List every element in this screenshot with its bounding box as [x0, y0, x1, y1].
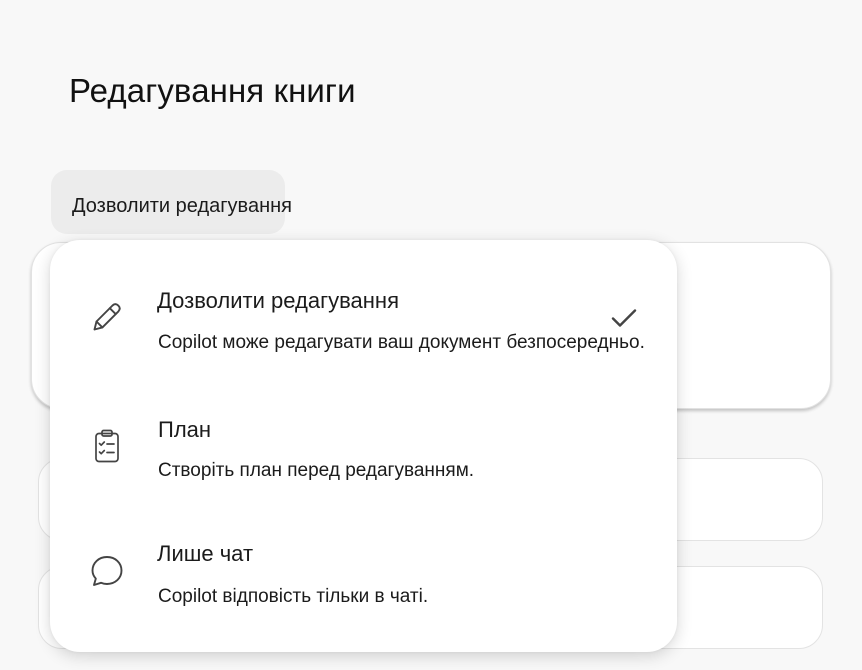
pencil-icon [88, 298, 126, 336]
page-title: Редагування книги [69, 72, 356, 109]
menu-option-description: Copilot може редагувати ваш документ без… [158, 332, 645, 353]
chat-bubble-icon [88, 552, 126, 590]
menu-option-title: План [158, 417, 212, 442]
menu-option-description: Створіть план перед редагуванням. [158, 460, 475, 481]
edit-mode-dropdown-button[interactable]: Дозволити редагування [51, 170, 292, 234]
menu-option-plan[interactable]: План Створіть план перед редагуванням. [50, 410, 677, 510]
checkmark-icon [610, 307, 638, 329]
edit-mode-menu: Дозволити редагування Copilot може редаг… [50, 240, 677, 652]
menu-option-title: Лише чат [157, 541, 254, 566]
menu-option-allow-editing[interactable]: Дозволити редагування Copilot може редаг… [50, 280, 677, 380]
clipboard-checklist-icon [88, 427, 126, 465]
menu-option-chat-only[interactable]: Лише чат Copilot відповість тільки в чат… [50, 536, 677, 636]
menu-option-title: Дозволити редагування [157, 288, 399, 313]
menu-option-description: Copilot відповість тільки в чаті. [158, 586, 429, 607]
